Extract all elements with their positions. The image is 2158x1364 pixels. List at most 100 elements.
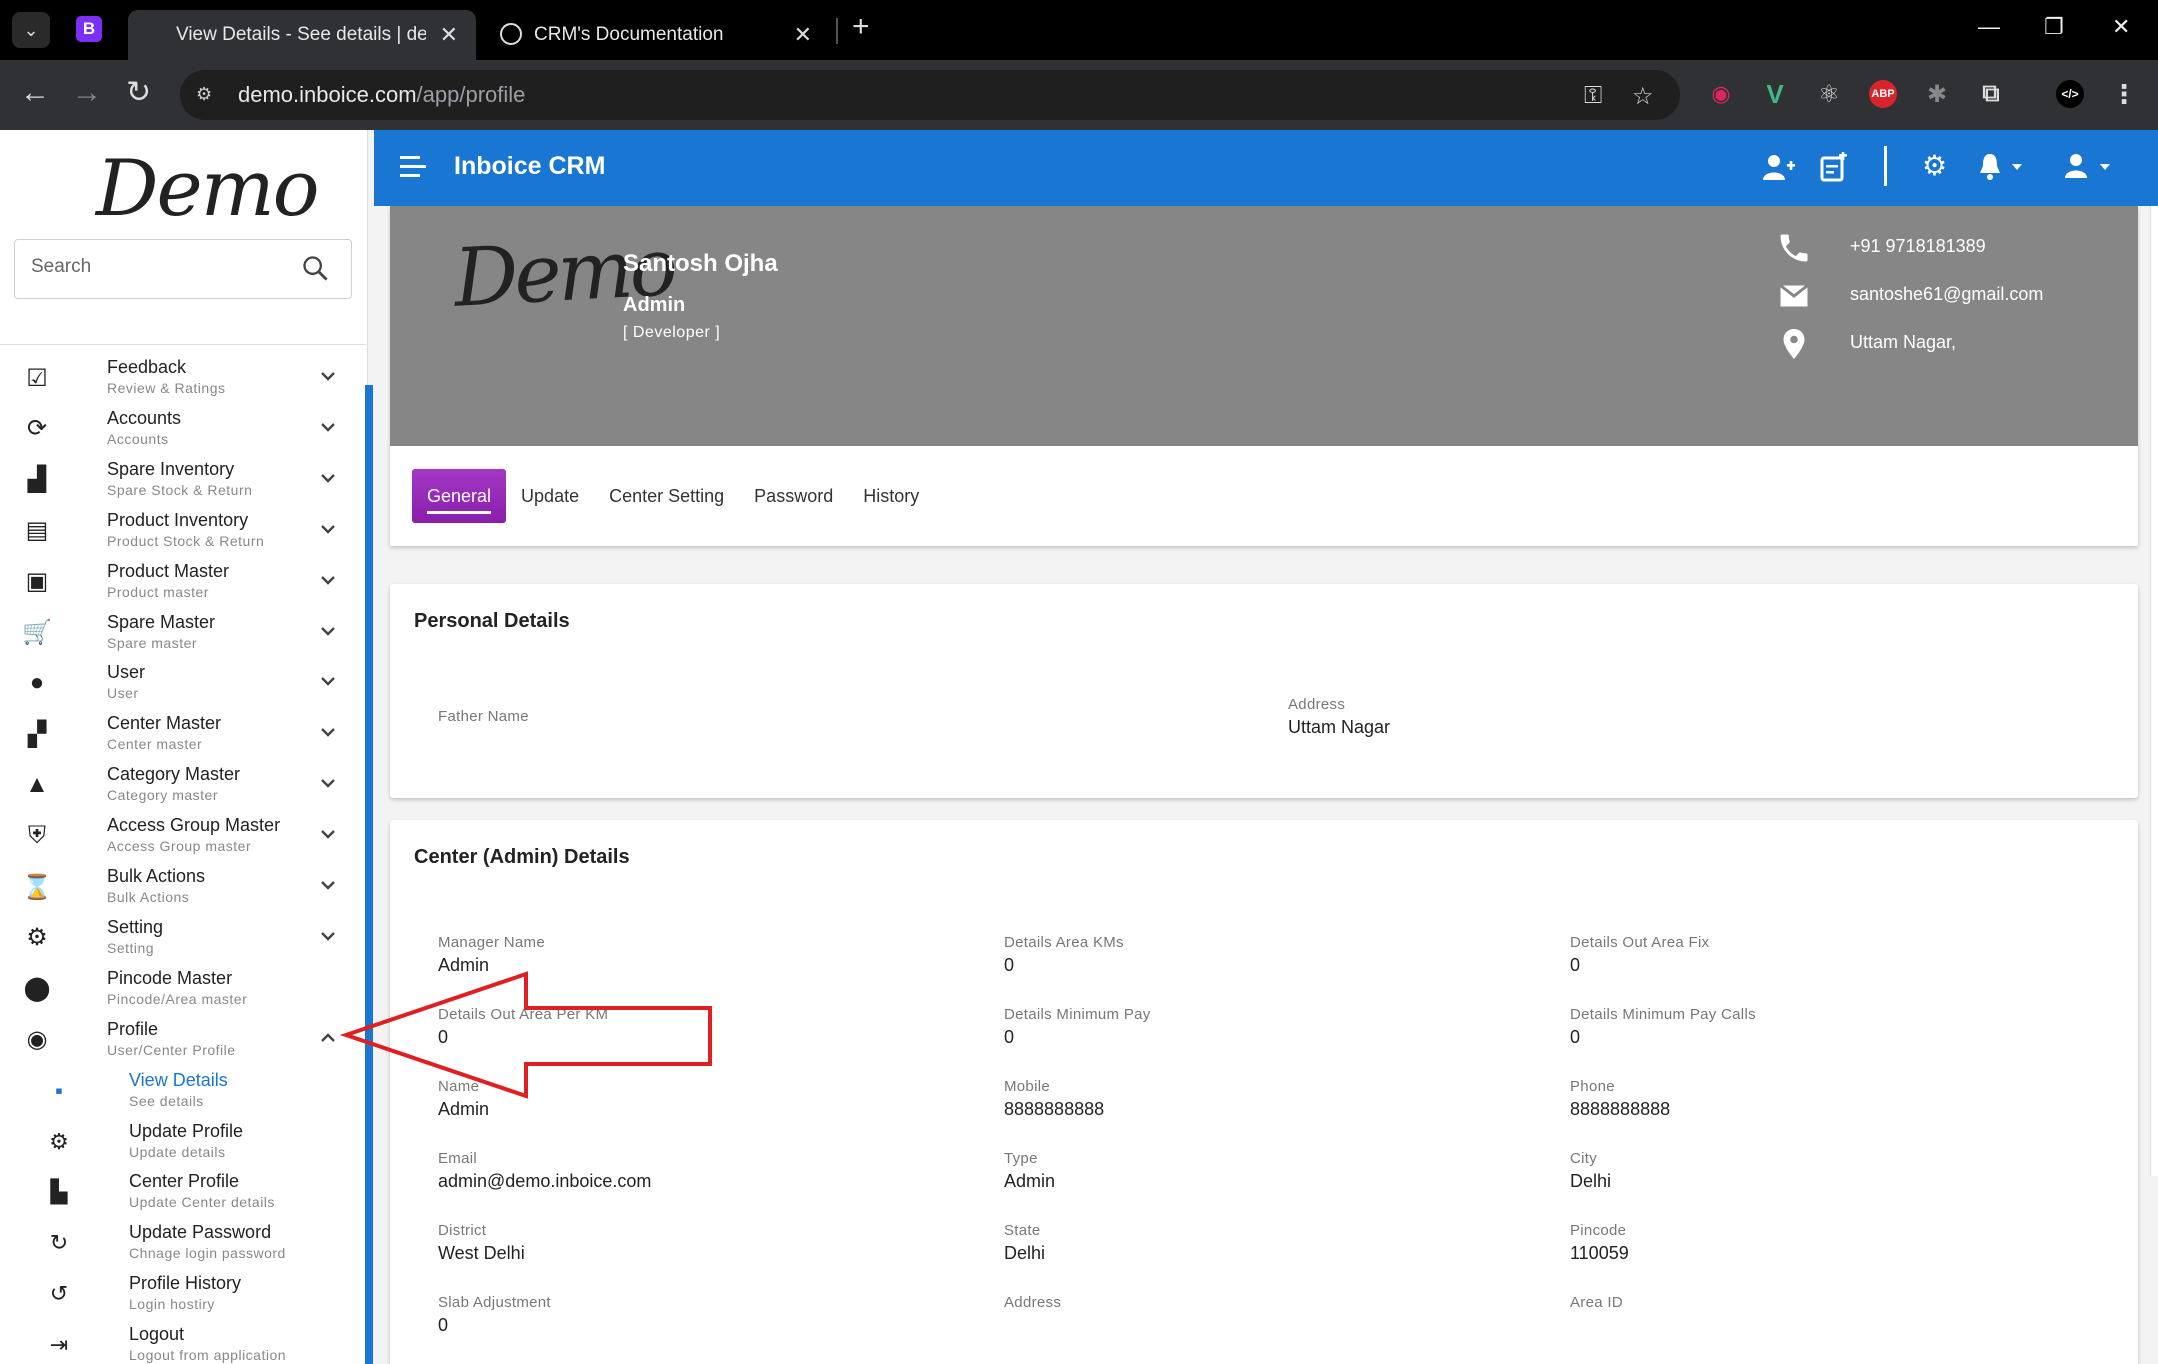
tab-password[interactable]: Password: [739, 469, 848, 523]
submenu-item-view-details[interactable]: ▪ View Details See details: [0, 1067, 366, 1117]
submenu-item-logout[interactable]: ⇥ Logout Logout from application: [0, 1321, 366, 1364]
email-icon: [1779, 284, 1809, 307]
tab-history[interactable]: History: [848, 469, 934, 523]
profile-location: Uttam Nagar,: [1850, 332, 1957, 352]
center-profile-icon: ▙: [50, 1179, 68, 1205]
reload-icon[interactable]: ↻: [126, 78, 151, 108]
tab-close-icon[interactable]: ✕: [794, 22, 812, 48]
settings-gear-icon[interactable]: ⚙: [1922, 150, 1947, 182]
view-details-icon: ▪: [55, 1077, 63, 1103]
sidebar-item-label: Profile: [107, 1018, 159, 1039]
app-header: Inboice CRM ⚙: [374, 130, 2158, 206]
browser-menu-icon[interactable]: ⋮: [2110, 79, 2138, 109]
chevron-down-icon[interactable]: [318, 671, 338, 691]
password-key-icon[interactable]: ⚿: [1584, 82, 1602, 110]
chevron-down-icon[interactable]: [318, 875, 338, 895]
field-label: Address: [1288, 696, 1346, 713]
submenu-item-label: Logout: [129, 1324, 185, 1345]
browser-tab-active[interactable]: View Details - See details | demo ✕: [128, 10, 476, 60]
personal-details-title: Personal Details: [414, 610, 570, 632]
center-icon: ▞: [27, 720, 47, 748]
sidebar-item-pincode-master[interactable]: ⬤ Pincode Master Pincode/Area master: [0, 965, 366, 1015]
user-account-icon[interactable]: [2064, 152, 2116, 182]
pincode-icon: ⬤: [23, 975, 51, 1003]
spare-inventory-icon: ▟: [27, 466, 47, 494]
url-text: demo.inboice.com/app/profile: [238, 82, 526, 107]
sidebar-scrollbar[interactable]: [365, 385, 373, 1364]
sidebar-item-label: Setting: [107, 916, 164, 937]
address-field: Address Uttam Nagar: [1288, 696, 1390, 738]
react-devtools-icon[interactable]: ⚛: [1815, 80, 1843, 108]
header-divider: [1884, 146, 1887, 186]
submenu-item-profile-history[interactable]: ↺ Profile History Login hostiry: [0, 1270, 366, 1320]
accounts-icon: ⟳: [26, 415, 48, 443]
chevron-up-icon[interactable]: [318, 1028, 338, 1048]
sidebar-item-product-master[interactable]: ▣ Product Master Product master: [0, 558, 366, 608]
site-info-icon[interactable]: ⚙: [196, 84, 224, 106]
submenu-item-label: Update Password: [129, 1222, 272, 1243]
personal-details-card: Personal Details Father Name Address Utt…: [390, 584, 2138, 798]
window-close-icon[interactable]: ✕: [2112, 14, 2130, 40]
add-note-icon[interactable]: [1820, 152, 1848, 182]
submenu-item-update-profile[interactable]: ⚙ Update Profile Update details: [0, 1118, 366, 1168]
sidebar-item-profile[interactable]: ◉ Profile User/Center Profile: [0, 1016, 366, 1066]
sidebar-item-label: Product Inventory: [107, 509, 249, 530]
new-tab-plus-icon[interactable]: +: [852, 10, 870, 44]
bookmark-star-icon[interactable]: ☆: [1632, 82, 1654, 111]
tab-center-setting[interactable]: Center Setting: [594, 469, 739, 523]
browser-tab-docs[interactable]: CRM's Documentation ✕: [482, 10, 830, 60]
back-arrow-icon[interactable]: ←: [20, 78, 50, 108]
chevron-down-icon[interactable]: [318, 570, 338, 590]
sidebar-item-setting[interactable]: ⚙ Setting Setting: [0, 914, 366, 964]
search-icon[interactable]: [301, 254, 329, 282]
main-scrollbar[interactable]: [2150, 206, 2158, 1176]
chevron-down-icon[interactable]: [318, 722, 338, 742]
chevron-down-icon[interactable]: [318, 519, 338, 539]
sidebar-item-spare-inventory[interactable]: ▟ Spare Inventory Spare Stock & Return: [0, 456, 366, 506]
chevron-down-icon[interactable]: [318, 366, 338, 386]
tab-search-button[interactable]: ⌄: [12, 12, 50, 48]
restore-icon[interactable]: ❐: [2044, 14, 2064, 40]
sidebar-item-label: Spare Inventory: [107, 458, 235, 479]
tab-general[interactable]: General: [412, 469, 507, 523]
sidebar-item-center-master[interactable]: ▞ Center Master Center master: [0, 710, 366, 760]
sidebar-item-accounts[interactable]: ⟳ Accounts Accounts: [0, 405, 366, 455]
sidebar-item-bulk-actions[interactable]: ⌛ Bulk Actions Bulk Actions: [0, 863, 366, 913]
vue-devtools-icon[interactable]: V: [1761, 79, 1789, 109]
address-bar[interactable]: ⚙ demo.inboice.com/app/profile ⚿ ☆: [180, 70, 1680, 120]
sidebar-item-access-group-master[interactable]: ⛨ Access Group Master Access Group master: [0, 812, 366, 862]
adblock-icon[interactable]: ABP: [1869, 80, 1897, 108]
field-details-minimum-pay-calls: Details Minimum Pay Calls 0: [1570, 1006, 1756, 1048]
chevron-down-icon[interactable]: [318, 417, 338, 437]
tab-close-icon[interactable]: ✕: [440, 22, 458, 48]
app-title: Inboice CRM: [454, 152, 606, 180]
bug-icon[interactable]: ✱: [1923, 80, 1951, 108]
sidebar-search[interactable]: [14, 239, 352, 299]
sidebar-item-spare-master[interactable]: 🛒 Spare Master Spare master: [0, 609, 366, 659]
chevron-down-icon[interactable]: [318, 621, 338, 641]
tab-update[interactable]: Update: [506, 469, 594, 523]
sidebar-item-category-master[interactable]: ▲ Category Master Category master: [0, 761, 366, 811]
chevron-down-icon[interactable]: [318, 773, 338, 793]
code-extension-icon[interactable]: </>: [2056, 80, 2084, 108]
chevron-down-icon[interactable]: [318, 468, 338, 488]
cart-icon: 🛒: [22, 619, 52, 646]
search-input[interactable]: [31, 256, 291, 278]
add-user-icon[interactable]: [1762, 152, 1796, 182]
chevron-down-icon[interactable]: [318, 824, 338, 844]
extensions-puzzle-icon[interactable]: ⧉: [1977, 80, 2005, 108]
sidebar-item-user[interactable]: ● User User: [0, 659, 366, 709]
submenu-item-center-profile[interactable]: ▙ Center Profile Update Center details: [0, 1168, 366, 1218]
sidebar-item-product-inventory[interactable]: ▤ Product Inventory Product Stock & Return: [0, 507, 366, 557]
record-icon[interactable]: ◉: [1707, 80, 1735, 108]
notification-bell-icon[interactable]: [1978, 152, 2028, 182]
sidebar-item-subtitle: Review & Ratings: [107, 380, 226, 396]
browser-tab-strip: ⌄ B View Details - See details | demo ✕ …: [0, 0, 2158, 60]
submenu-item-update-password[interactable]: ↻ Update Password Chnage login password: [0, 1219, 366, 1269]
profile-email: santoshe61@gmail.com: [1850, 284, 2044, 304]
chevron-down-icon[interactable]: [318, 926, 338, 946]
menu-collapse-icon[interactable]: [400, 156, 426, 178]
minimize-icon[interactable]: —: [1978, 14, 2000, 40]
sidebar-item-feedback[interactable]: ☑ Feedback Review & Ratings: [0, 354, 366, 404]
forward-arrow-icon[interactable]: →: [72, 78, 102, 108]
